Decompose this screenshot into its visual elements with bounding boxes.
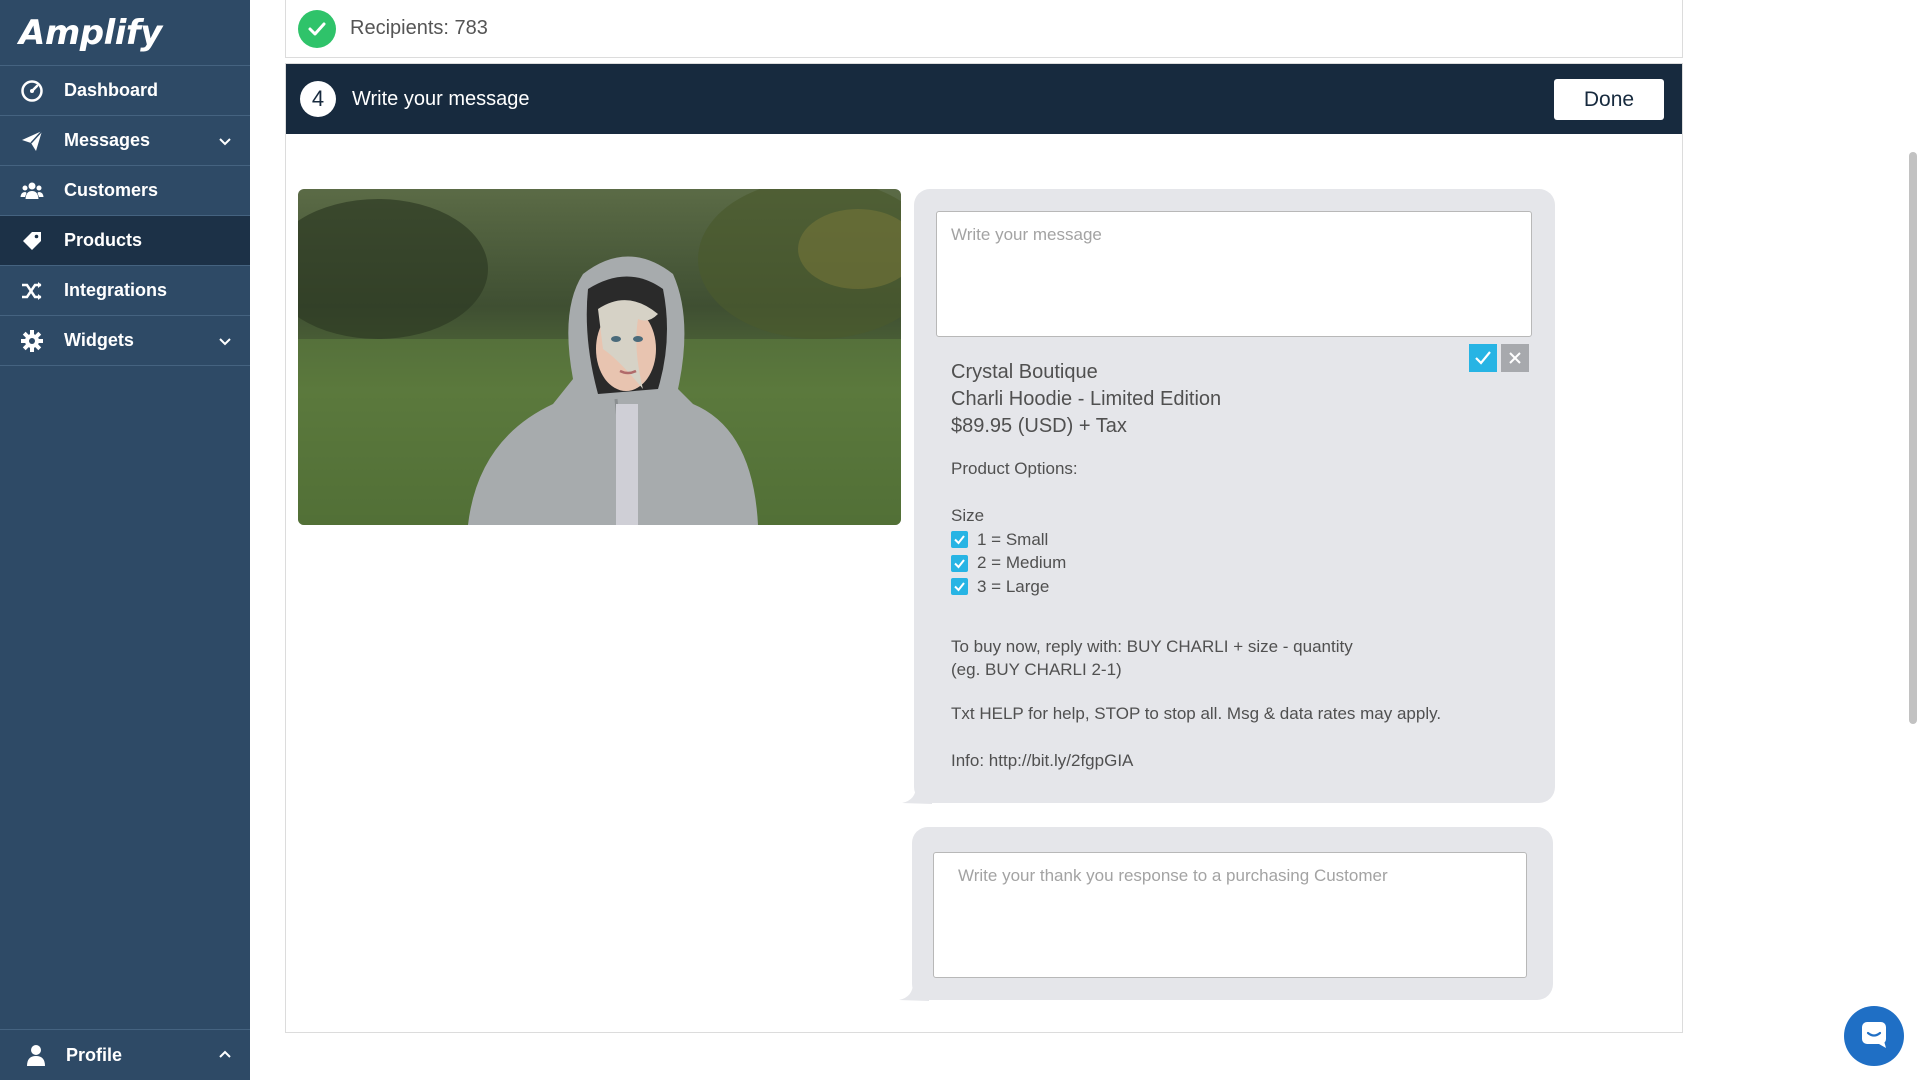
bubble-tail [902, 786, 932, 804]
users-icon [20, 179, 44, 203]
message-input[interactable] [936, 211, 1532, 337]
checkbox-checked[interactable] [951, 554, 968, 572]
sidebar-item-dashboard[interactable]: Dashboard [0, 66, 250, 116]
size-option[interactable]: 2 = Medium [951, 552, 1066, 576]
sidebar-item-label: Dashboard [64, 80, 159, 100]
user-icon [24, 1043, 48, 1067]
sidebar-item-label: Integrations [64, 280, 168, 300]
chevron-down-icon[interactable] [216, 132, 234, 150]
app-logo[interactable]: Amplify [0, 0, 250, 66]
product-name: Charli Hoodie - Limited Edition [951, 388, 1222, 410]
close-icon[interactable] [1501, 344, 1529, 372]
size-option[interactable]: 1 = Small [951, 528, 1066, 552]
sidebar-item-messages[interactable]: Messages [0, 116, 250, 166]
step-number: 4 [300, 81, 336, 117]
chat-bubble-icon [1859, 1019, 1889, 1054]
sidebar-item-label: Messages [64, 130, 151, 150]
checkbox-checked[interactable] [951, 578, 968, 596]
recipients-step: Recipients: 783 [285, 0, 1683, 58]
size-option-label: 1 = Small [977, 529, 1049, 549]
info-link-text: Info: http://bit.ly/2fgpGIA [951, 751, 1134, 770]
tag-icon [20, 229, 44, 253]
size-option[interactable]: 3 = Large [951, 575, 1066, 599]
sidebar-item-customers[interactable]: Customers [0, 166, 250, 216]
sidebar-item-label: Widgets [64, 330, 134, 350]
size-option-label: 2 = Medium [977, 553, 1067, 573]
size-label: Size [951, 506, 985, 525]
store-name: Crystal Boutique [951, 361, 1098, 383]
sidebar-item-widgets[interactable]: Widgets [0, 316, 250, 366]
sidebar-item-integrations[interactable]: Integrations [0, 266, 250, 316]
profile-label: Profile [66, 1044, 123, 1065]
step-header: 4 Write your message Done [286, 64, 1682, 134]
checkbox-checked[interactable] [951, 531, 968, 549]
buy-instruction-text: To buy now, reply with: BUY CHARLI + siz… [951, 637, 1353, 656]
confirm-check-icon[interactable] [1469, 344, 1497, 372]
product-options-label: Product Options: [951, 459, 1078, 478]
gear-icon [20, 329, 44, 353]
product-image [298, 189, 901, 525]
recipients-count: Recipients: 783 [350, 17, 488, 39]
bubble-tail [899, 983, 929, 1001]
sidebar: Amplify Dashboard Messages Customers Pro… [0, 0, 250, 1080]
thank-you-input[interactable] [933, 852, 1527, 978]
done-button[interactable]: Done [1554, 79, 1664, 120]
buy-example-text: (eg. BUY CHARLI 2-1) [951, 660, 1122, 679]
help-text: Txt HELP for help, STOP to stop all. Msg… [951, 704, 1442, 723]
success-check-icon [298, 9, 336, 48]
shuffle-icon [20, 279, 44, 303]
product-info: Crystal Boutique Charli Hoodie - Limited… [951, 359, 1221, 440]
chevron-up-icon[interactable] [216, 1046, 234, 1064]
step-title: Write your message [352, 87, 530, 110]
sidebar-item-label: Customers [64, 180, 159, 200]
page-scrollbar[interactable] [1909, 152, 1917, 724]
thank-you-bubble [912, 827, 1553, 1000]
gauge-icon [20, 79, 44, 103]
paper-plane-icon [20, 129, 44, 153]
chevron-down-icon[interactable] [216, 332, 234, 350]
size-options: 1 = Small 2 = Medium 3 = Large [951, 528, 1066, 599]
message-bubble: Crystal Boutique Charli Hoodie - Limited… [914, 189, 1555, 803]
buy-instructions: To buy now, reply with: BUY CHARLI + siz… [951, 635, 1353, 681]
size-option-label: 3 = Large [977, 576, 1050, 596]
product-price: $89.95 (USD) + Tax [951, 415, 1127, 437]
sidebar-item-label: Products [64, 230, 143, 250]
sidebar-profile[interactable]: Profile [0, 1029, 250, 1080]
sidebar-item-products[interactable]: Products [0, 216, 250, 266]
chat-launcher-button[interactable] [1844, 1006, 1904, 1066]
